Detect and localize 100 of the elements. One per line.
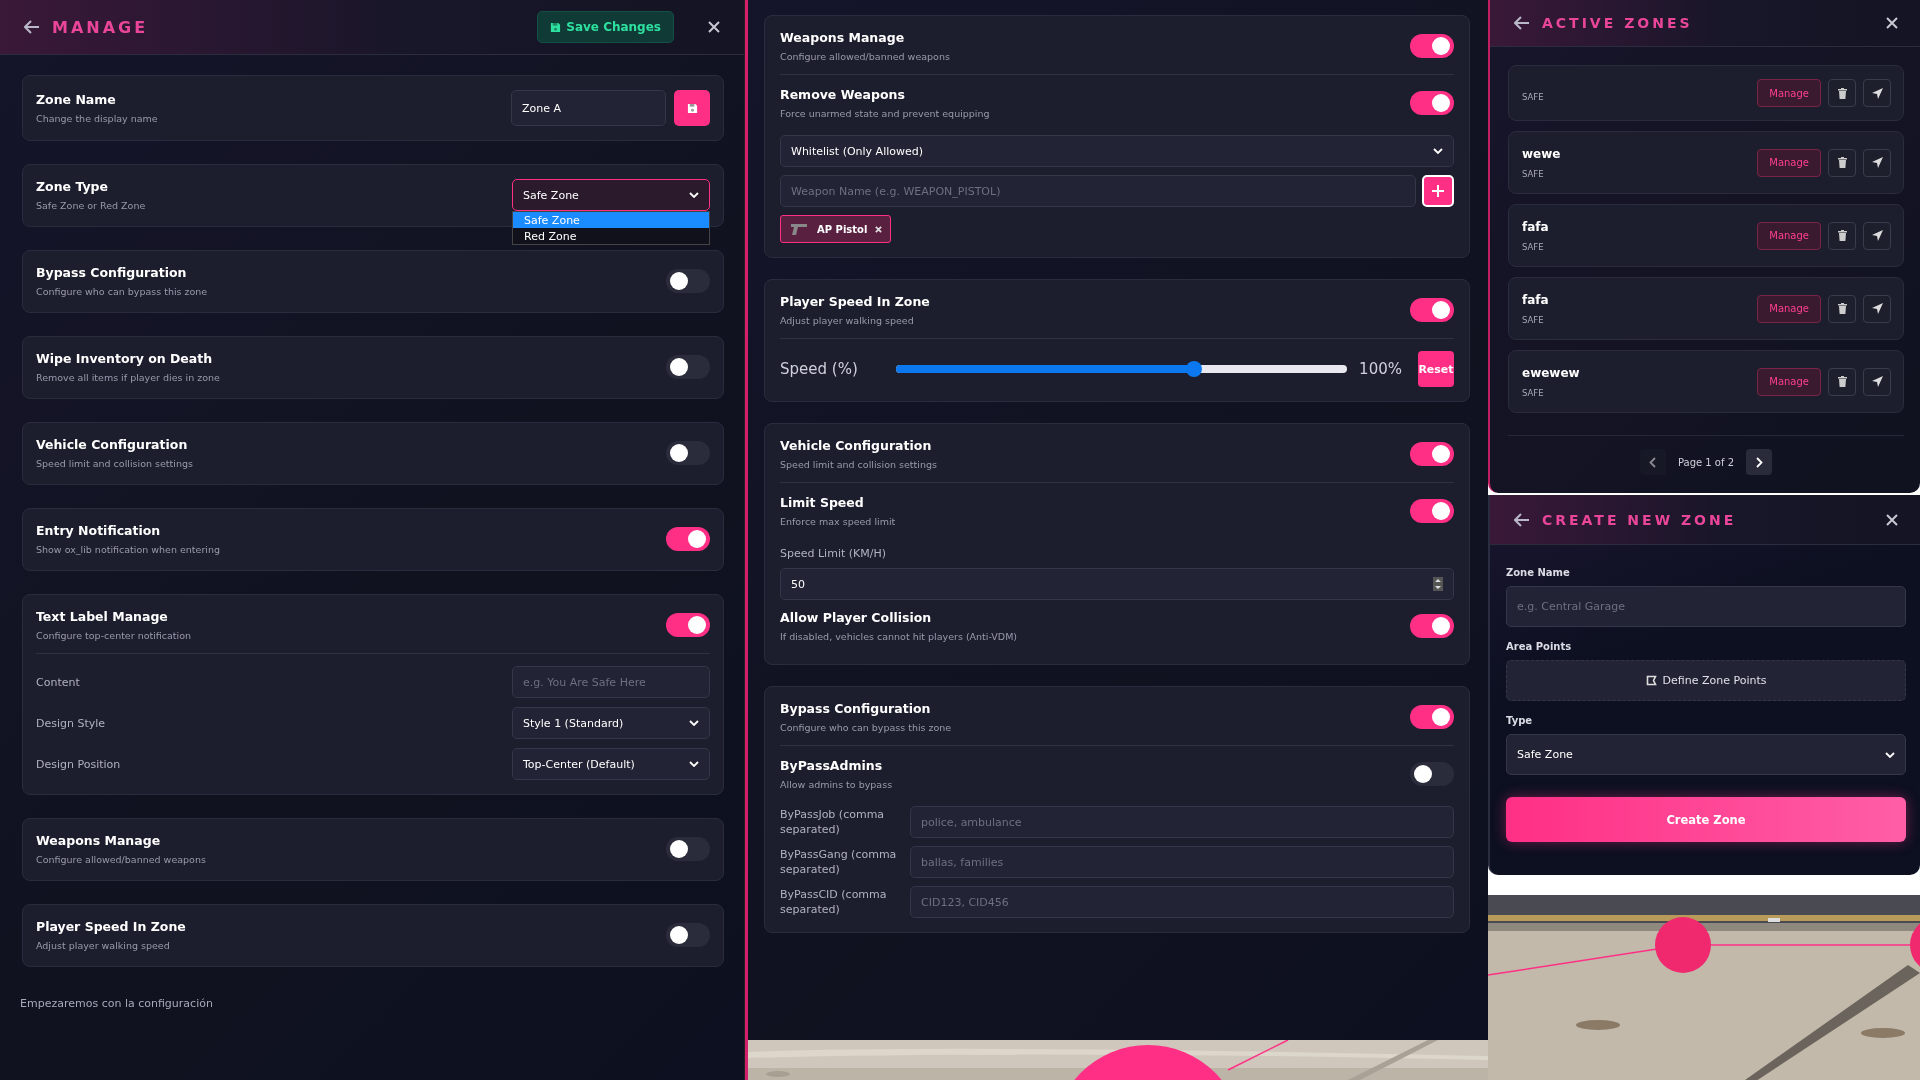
setting-description: Enforce max speed limit <box>780 516 896 527</box>
save-icon <box>686 102 698 114</box>
zone-type-select[interactable]: Safe Zone <box>512 179 710 211</box>
toggle-switch[interactable] <box>1410 614 1454 638</box>
speed-limit-field[interactable]: 50 <box>780 568 1454 600</box>
create-zone-button[interactable]: Create Zone <box>1506 797 1906 842</box>
delete-button[interactable] <box>1828 79 1856 107</box>
toggle-switch[interactable] <box>666 923 710 947</box>
polygon-icon <box>1645 675 1657 686</box>
setting-description: Speed limit and collision settings <box>36 458 193 469</box>
chevron-icon <box>689 192 699 198</box>
slider-thumb[interactable] <box>1185 361 1202 377</box>
setting-description: Configure allowed/banned weapons <box>36 854 206 865</box>
trash-icon <box>1837 157 1847 168</box>
next-page-button[interactable] <box>1746 449 1773 475</box>
chevron-icon <box>689 761 699 767</box>
toggle-switch[interactable] <box>666 527 710 551</box>
chevron-icon <box>1755 456 1763 468</box>
setting-title: Bypass Configuration <box>780 701 932 716</box>
zone-type: SAFE <box>1522 314 1545 325</box>
navigation-arrow-icon <box>1871 87 1883 99</box>
trash-icon <box>1837 376 1847 387</box>
toggle-switch[interactable] <box>1410 705 1454 729</box>
close-icon[interactable] <box>1886 17 1898 29</box>
back-icon[interactable] <box>24 20 40 34</box>
setting-description: Force unarmed state and prevent equipping <box>780 108 990 119</box>
delete-button[interactable] <box>1828 367 1856 396</box>
manage-button[interactable]: Manage <box>1757 79 1821 107</box>
save-changes-button[interactable]: Save Changes <box>537 11 674 43</box>
locate-button[interactable] <box>1863 294 1891 323</box>
toggle-switch[interactable] <box>666 613 710 637</box>
locate-button[interactable] <box>1863 367 1891 396</box>
panel-title: MANAGE <box>52 17 149 37</box>
dropdown-option[interactable]: Red Zone <box>513 228 709 244</box>
toggle-switch[interactable] <box>666 355 710 379</box>
back-icon[interactable] <box>1514 16 1530 30</box>
remove-icon[interactable] <box>875 225 883 233</box>
style-select[interactable]: Style 1 (Standard) <box>512 707 710 739</box>
setting-description: Adjust player walking speed <box>780 315 915 326</box>
setting-title: ByPassAdmins <box>780 758 884 773</box>
locate-button[interactable] <box>1863 148 1891 177</box>
plus-icon <box>1432 185 1444 197</box>
toggle-switch[interactable] <box>1410 499 1454 523</box>
delete-button[interactable] <box>1828 294 1856 323</box>
navigation-arrow-icon <box>1871 157 1883 168</box>
locate-button[interactable] <box>1863 79 1891 107</box>
weapon-name-field[interactable]: Weapon Name (e.g. WEAPON_PISTOL) <box>780 175 1416 207</box>
trash-icon <box>1837 87 1847 99</box>
setting-title: Text Label Manage <box>36 609 169 624</box>
zone-name-field[interactable]: e.g. Central Garage <box>1506 586 1906 627</box>
manage-button[interactable]: Manage <box>1757 221 1821 250</box>
text-field[interactable]: police, ambulance <box>910 806 1454 838</box>
save-button[interactable] <box>674 90 710 126</box>
manage-button[interactable]: Manage <box>1757 148 1821 177</box>
reset-button[interactable]: Reset <box>1418 351 1454 387</box>
toggle-switch[interactable] <box>666 441 710 465</box>
delete-button[interactable] <box>1828 221 1856 250</box>
toggle-switch[interactable] <box>1410 762 1454 786</box>
setting-description: Adjust player walking speed <box>36 940 171 951</box>
locate-button[interactable] <box>1863 221 1891 250</box>
dropdown-option[interactable]: Safe Zone <box>513 212 709 228</box>
zone-type: SAFE <box>1522 92 1544 102</box>
setting-description: Safe Zone or Red Zone <box>36 200 146 211</box>
panel-title: ACTIVE ZONES <box>1542 15 1693 31</box>
slider-value: 100% <box>1359 360 1402 378</box>
setting-description: Configure top-center notification <box>36 630 192 641</box>
setting-title: Weapons Manage <box>36 833 162 848</box>
toggle-switch[interactable] <box>1410 34 1454 58</box>
zone-name: wewe <box>1522 146 1561 161</box>
close-icon[interactable] <box>708 21 720 33</box>
toggle-switch[interactable] <box>1410 91 1454 115</box>
text-field[interactable]: ballas, families <box>910 846 1454 878</box>
tag-label: AP Pistol <box>817 223 868 235</box>
setting-description: Show ox_lib notification when entering <box>36 544 221 555</box>
mode-select[interactable]: Whitelist (Only Allowed) <box>780 135 1454 167</box>
add-button[interactable] <box>1422 175 1454 207</box>
toggle-switch[interactable] <box>1410 298 1454 322</box>
zone-type-select[interactable]: Safe Zone <box>1506 734 1906 775</box>
setting-title: Bypass Configuration <box>36 265 188 280</box>
setting-title: Weapons Manage <box>780 30 906 45</box>
toggle-switch[interactable] <box>666 269 710 293</box>
setting-description: Allow admins to bypass <box>780 779 893 790</box>
define-points-button[interactable]: Define Zone Points <box>1506 660 1906 701</box>
back-icon[interactable] <box>1514 512 1530 527</box>
zone-type: SAFE <box>1522 387 1545 398</box>
manage-button[interactable]: Manage <box>1757 367 1821 396</box>
zone-name-field[interactable]: Zone A <box>511 90 666 126</box>
toggle-switch[interactable] <box>1410 442 1454 466</box>
toggle-switch[interactable] <box>666 837 710 861</box>
close-icon[interactable] <box>1886 513 1898 526</box>
setting-description: Configure allowed/banned weapons <box>780 51 950 62</box>
manage-button[interactable]: Manage <box>1757 294 1821 323</box>
spinner-icon[interactable] <box>1433 577 1443 591</box>
text-field[interactable]: CID123, CID456 <box>910 886 1454 918</box>
chevron-icon <box>689 720 699 726</box>
delete-button[interactable] <box>1828 148 1856 177</box>
setting-title: Player Speed In Zone <box>780 294 930 309</box>
content-field[interactable]: e.g. You Are Safe Here <box>512 666 710 698</box>
setting-title: Wipe Inventory on Death <box>36 351 214 366</box>
style-select[interactable]: Top-Center (Default) <box>512 748 710 780</box>
